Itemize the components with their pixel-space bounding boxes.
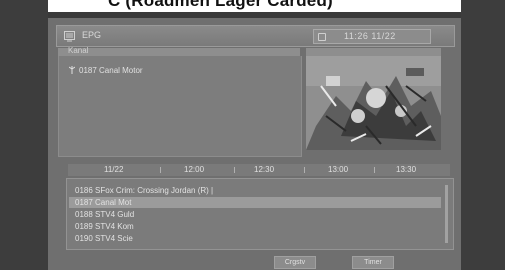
program-list-scrollbar[interactable] — [445, 185, 448, 243]
video-preview — [306, 56, 441, 150]
tv-left-bezel — [0, 0, 48, 270]
timeline-tick: 13:00 — [328, 165, 349, 174]
tv-frame: EPG 11:26 11/22 Kanal 0187 Canal Motor 1… — [0, 0, 505, 270]
timeline-tick: 12:00 — [184, 165, 205, 174]
timeline-separator — [160, 167, 161, 173]
footer-bar: Crgstv Timer — [56, 254, 453, 270]
timeline-separator — [374, 167, 375, 173]
channel-panel-tab: Kanal — [58, 46, 300, 56]
timeline-tick: 11/22 — [104, 165, 124, 174]
timeline-tick: 13:30 — [396, 165, 417, 174]
clock-display: 11:26 11/22 — [313, 29, 431, 44]
program-row[interactable]: 0188 STV4 Guld — [75, 209, 134, 220]
timeline-bar: 11/22 12:00 12:30 13:00 13:30 — [68, 164, 450, 176]
page-title: EPG — [82, 30, 102, 40]
program-row[interactable]: 0186 SFox Crim: Crossing Jordan (R) | — [75, 185, 213, 196]
channel-panel-label: Kanal — [68, 46, 89, 55]
antenna-icon — [68, 66, 76, 74]
program-row[interactable]: 0189 STV4 Kom — [75, 221, 134, 232]
channel-info-panel: 0187 Canal Motor — [58, 56, 302, 157]
tv-screen: EPG 11:26 11/22 Kanal 0187 Canal Motor 1… — [48, 18, 461, 270]
current-channel-row[interactable]: 0187 Canal Motor — [68, 66, 143, 75]
timeline-separator — [304, 167, 305, 173]
program-row-selected[interactable]: 0187 Canal Mot — [69, 197, 441, 208]
preview-tab — [306, 48, 441, 56]
program-list: 0186 SFox Crim: Crossing Jordan (R) | 01… — [66, 178, 454, 250]
clock-text: 11:26 11/22 — [344, 31, 396, 41]
timer-button[interactable]: Timer — [352, 256, 394, 269]
footer-button-1[interactable]: Crgstv — [274, 256, 316, 269]
timeline-separator — [234, 167, 235, 173]
epg-app-icon — [64, 29, 76, 42]
tv-right-bezel — [461, 0, 505, 270]
current-channel-name: 0187 Canal Motor — [79, 66, 143, 75]
clock-icon — [318, 33, 326, 41]
timeline-tick: 12:30 — [254, 165, 275, 174]
program-row[interactable]: 0190 STV4 Scie — [75, 233, 133, 244]
epg-header: EPG 11:26 11/22 — [56, 25, 455, 47]
